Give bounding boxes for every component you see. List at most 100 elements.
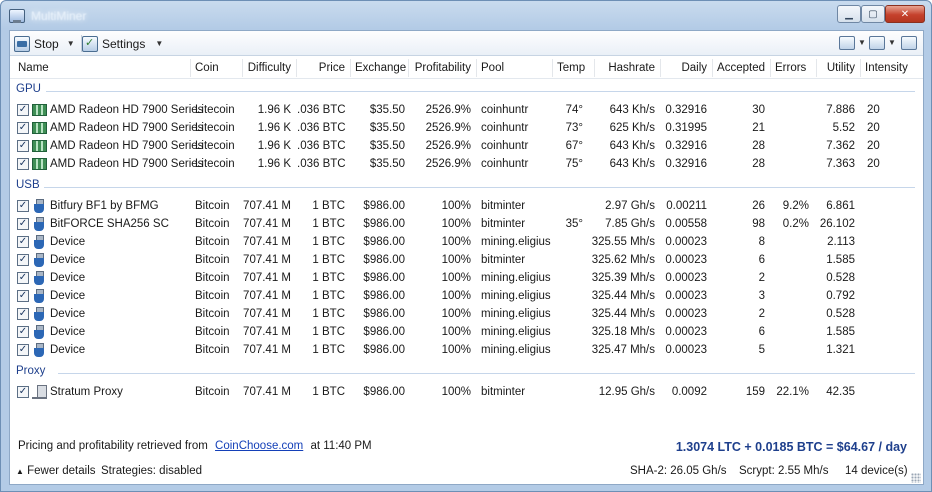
window-title: MultiMiner (31, 9, 87, 23)
col-utility[interactable]: Utility (817, 57, 859, 79)
col-exchange[interactable]: Exchange (351, 57, 407, 79)
device-row[interactable]: ✓ Bitfury BF1 by BFMG Bitcoin 707.41 M 1 BTC… (10, 197, 923, 215)
group-header-proxy[interactable]: Proxy (16, 365, 45, 377)
device-enabled-checkbox[interactable]: ✓ (17, 290, 29, 302)
cell-price: .036 BTC (297, 104, 346, 116)
cell-pool: mining.eligius (481, 326, 551, 338)
stop-dropdown-icon[interactable]: ▼ (67, 39, 75, 48)
cell-coin: Bitcoin (195, 236, 230, 248)
device-enabled-checkbox[interactable]: ✓ (17, 326, 29, 338)
device-enabled-checkbox[interactable]: ✓ (17, 158, 29, 170)
device-enabled-checkbox[interactable]: ✓ (17, 122, 29, 134)
cell-profitability: 100% (441, 326, 471, 338)
cell-price: 1 BTC (312, 344, 345, 356)
cell-profitability: 100% (441, 308, 471, 320)
view-dropdown-icon[interactable]: ▼ (888, 38, 896, 47)
device-enabled-checkbox[interactable]: ✓ (17, 272, 29, 284)
col-daily[interactable]: Daily (661, 57, 711, 79)
col-accepted[interactable]: Accepted (713, 57, 769, 79)
cell-exchange: $986.00 (363, 386, 405, 398)
group-header-usb[interactable]: USB (16, 179, 40, 191)
cell-temp (553, 287, 583, 305)
strategies-status[interactable]: Strategies: disabled (101, 465, 202, 477)
cell-pool: mining.eligius (481, 290, 551, 302)
device-enabled-checkbox[interactable]: ✓ (17, 236, 29, 248)
cell-profitability: 2526.9% (425, 140, 471, 152)
cell-accepted: 6 (758, 254, 765, 266)
device-row[interactable]: ✓ Device Bitcoin 707.41 M 1 BTC $986.00 100% mi… (10, 269, 923, 287)
device-row[interactable]: ✓ AMD Radeon HD 7900 Series Litecoin 1.96 K… (10, 155, 923, 173)
device-enabled-checkbox[interactable]: ✓ (17, 104, 29, 116)
device-enabled-checkbox[interactable]: ✓ (17, 254, 29, 266)
view-list-icon[interactable] (869, 36, 885, 50)
maximize-button[interactable]: ▢ (861, 5, 885, 23)
cell-hashrate: 325.39 Mh/s (591, 272, 655, 284)
cell-pool: coinhuntr (481, 104, 529, 116)
cell-utility: 0.528 (826, 272, 855, 284)
title-bar[interactable]: MultiMiner ▁ ▢ ✕ (1, 1, 931, 29)
cell-daily: 0.00023 (665, 236, 707, 248)
col-pool[interactable]: Pool (477, 57, 551, 79)
cell-temp (553, 305, 583, 323)
cell-accepted: 3 (758, 290, 765, 302)
cell-difficulty: 707.41 M (243, 386, 291, 398)
cell-temp (553, 341, 583, 359)
settings-dropdown-icon[interactable]: ▼ (155, 39, 163, 48)
cell-accepted: 98 (752, 218, 765, 230)
cell-errors (771, 287, 809, 305)
cell-name: Device (50, 344, 86, 356)
col-temp[interactable]: Temp (553, 57, 593, 79)
device-row[interactable]: ✓ Stratum Proxy Bitcoin 707.41 M 1 BTC $986.0… (10, 383, 923, 401)
device-enabled-checkbox[interactable]: ✓ (17, 344, 29, 356)
coinchoose-link[interactable]: CoinChoose.com (215, 440, 303, 452)
device-enabled-checkbox[interactable]: ✓ (17, 200, 29, 212)
cell-intensity: 20 (867, 104, 880, 116)
cell-difficulty: 707.41 M (243, 344, 291, 356)
group-header-gpu[interactable]: GPU (16, 83, 41, 95)
close-button[interactable]: ✕ (885, 5, 925, 23)
device-row[interactable]: ✓ Device Bitcoin 707.41 M 1 BTC $986.00 100% bi… (10, 251, 923, 269)
cell-profitability: 100% (441, 386, 471, 398)
cell-exchange: $986.00 (363, 254, 405, 266)
col-hashrate[interactable]: Hashrate (595, 57, 659, 79)
cell-name: Stratum Proxy (50, 386, 123, 398)
col-errors[interactable]: Errors (771, 57, 815, 79)
device-enabled-checkbox[interactable]: ✓ (17, 386, 29, 398)
device-config-icon[interactable] (839, 36, 855, 50)
fewer-details-toggle[interactable]: ▲ Fewer details (16, 465, 96, 477)
device-row[interactable]: ✓ Device Bitcoin 707.41 M 1 BTC $986.00 100% mi… (10, 305, 923, 323)
cell-coin: Bitcoin (195, 344, 230, 356)
device-enabled-checkbox[interactable]: ✓ (17, 218, 29, 230)
col-name[interactable]: Name (14, 57, 189, 79)
device-row[interactable]: ✓ AMD Radeon HD 7900 Series Litecoin 1.96 K… (10, 137, 923, 155)
settings-icon (82, 35, 98, 52)
col-profitability[interactable]: Profitability (409, 57, 475, 79)
device-row[interactable]: ✓ Device Bitcoin 707.41 M 1 BTC $986.00 100% mi… (10, 341, 923, 359)
col-coin[interactable]: Coin (191, 57, 241, 79)
col-price[interactable]: Price (297, 57, 349, 79)
device-config-dropdown-icon[interactable]: ▼ (858, 38, 866, 47)
device-row[interactable]: ✓ AMD Radeon HD 7900 Series Litecoin 1.96 K… (10, 101, 923, 119)
usb-device-icon (34, 307, 44, 321)
cell-pool: bitminter (481, 386, 526, 398)
cell-exchange: $986.00 (363, 272, 405, 284)
settings-button[interactable]: Settings ▼ (82, 34, 163, 53)
cell-temp: 73° (565, 122, 583, 134)
cell-price: 1 BTC (312, 236, 345, 248)
app-window: MultiMiner ▁ ▢ ✕ Stop ▼ Settings ▼ ▼ ▼ N… (0, 0, 932, 492)
device-row[interactable]: ✓ AMD Radeon HD 7900 Series Litecoin 1.96 K… (10, 119, 923, 137)
col-difficulty[interactable]: Difficulty (243, 57, 295, 79)
device-row[interactable]: ✓ Device Bitcoin 707.41 M 1 BTC $986.00 100% mi… (10, 233, 923, 251)
device-row[interactable]: ✓ Device Bitcoin 707.41 M 1 BTC $986.00 100% mi… (10, 287, 923, 305)
col-intensity[interactable]: Intensity (861, 57, 921, 79)
device-row[interactable]: ✓ Device Bitcoin 707.41 M 1 BTC $986.00 100% mi… (10, 323, 923, 341)
stop-button[interactable]: Stop ▼ (14, 34, 75, 53)
cell-hashrate: 643 Kh/s (609, 140, 655, 152)
resize-grip-icon[interactable] (911, 473, 921, 483)
panel-toggle-icon[interactable] (901, 36, 917, 50)
cell-errors (771, 323, 809, 341)
device-row[interactable]: ✓ BitFORCE SHA256 SC Bitcoin 707.41 M 1 BTC $… (10, 215, 923, 233)
minimize-button[interactable]: ▁ (837, 5, 861, 23)
device-enabled-checkbox[interactable]: ✓ (17, 140, 29, 152)
device-enabled-checkbox[interactable]: ✓ (17, 308, 29, 320)
